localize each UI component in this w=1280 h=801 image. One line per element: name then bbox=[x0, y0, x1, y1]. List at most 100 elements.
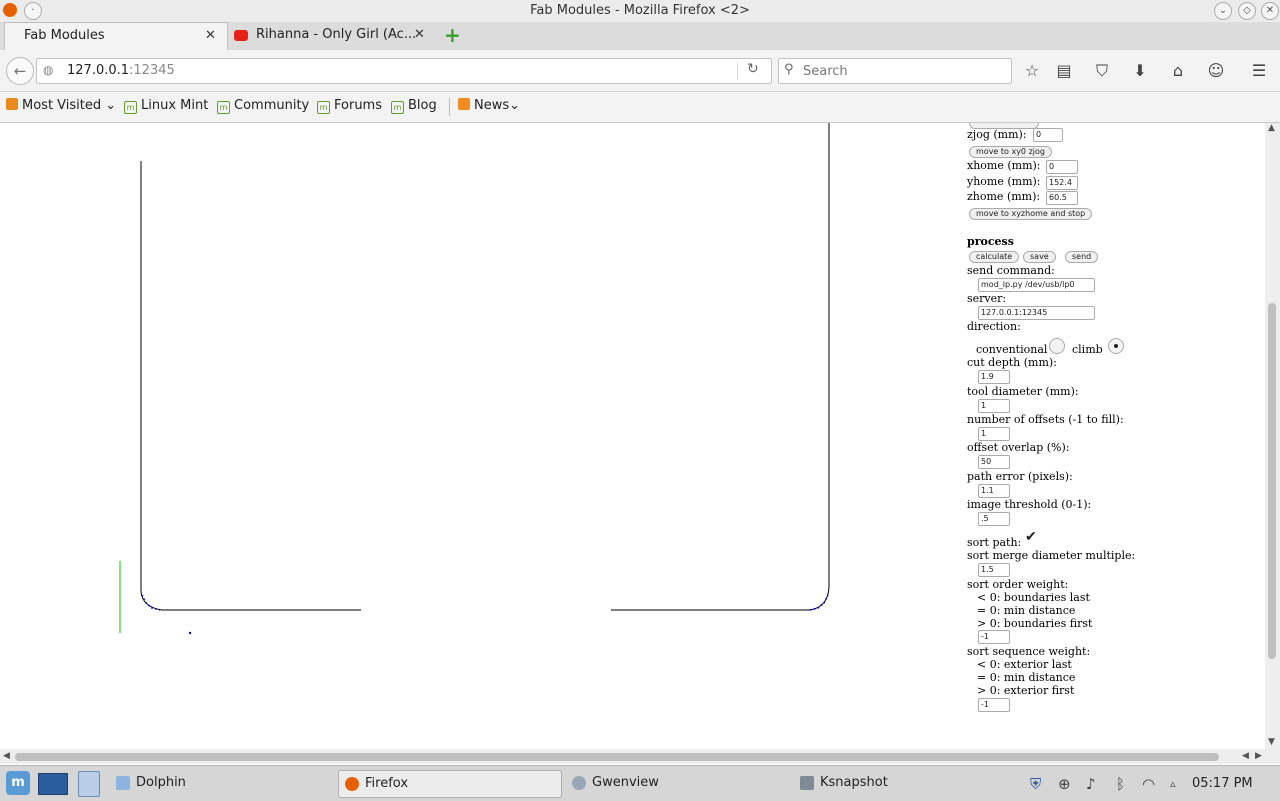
shield-icon[interactable]: ⛨ bbox=[1030, 775, 1041, 793]
conventional-label: conventional bbox=[976, 343, 1048, 356]
sort-sequence-input[interactable]: -1 bbox=[978, 698, 1010, 712]
scroll-left-icon[interactable]: ◀ bbox=[3, 751, 10, 761]
zhome-input[interactable]: 60.5 bbox=[1046, 191, 1078, 205]
taskbar-item-firefox[interactable]: Firefox bbox=[338, 770, 562, 798]
bookmark-news[interactable]: News⌄ bbox=[458, 98, 520, 113]
bookmark-star-icon[interactable]: ☆ bbox=[1022, 61, 1042, 80]
xhome-input[interactable]: 0 bbox=[1046, 160, 1078, 174]
taskbar-item-gwenview[interactable]: Gwenview bbox=[566, 770, 786, 796]
save-button[interactable]: save bbox=[1023, 251, 1056, 263]
offsets-label: number of offsets (-1 to fill): bbox=[967, 413, 1124, 426]
cut-depth-label: cut depth (mm): bbox=[967, 356, 1057, 369]
chat-icon[interactable]: ☺ bbox=[1206, 61, 1226, 80]
path-error-input[interactable]: 1.1 bbox=[978, 484, 1010, 498]
origin-dot bbox=[188, 631, 192, 635]
sort-path-checkbox[interactable]: ✔ bbox=[1025, 529, 1037, 545]
toolpath-dots-left bbox=[141, 594, 161, 611]
start-menu-icon[interactable]: m bbox=[6, 771, 30, 795]
bookmark-most-visited[interactable]: Most Visited ⌄ bbox=[6, 98, 116, 113]
pocket-icon[interactable]: ⛉ bbox=[1092, 61, 1112, 81]
show-desktop-icon[interactable] bbox=[38, 773, 68, 795]
site-identity-icon[interactable]: ◍ bbox=[43, 63, 53, 77]
tray-expand-icon[interactable]: ▵ bbox=[1170, 777, 1176, 790]
overlap-label: offset overlap (%): bbox=[967, 441, 1070, 454]
horizontal-scrollbar[interactable]: ◀ ◀ ▶ bbox=[0, 749, 1280, 764]
linux-mint-icon: m bbox=[124, 101, 137, 114]
scroll-down-icon[interactable]: ▼ bbox=[1268, 737, 1275, 747]
bluetooth-icon[interactable]: ᛒ bbox=[1116, 775, 1125, 793]
youtube-icon bbox=[234, 30, 248, 41]
toolpath-bottom-left-corner bbox=[140, 590, 361, 611]
sort-merge-input[interactable]: 1.5 bbox=[978, 563, 1010, 577]
server-label: server: bbox=[967, 292, 1007, 305]
conventional-radio[interactable] bbox=[1049, 338, 1065, 354]
bookmark-blog[interactable]: m Blog bbox=[391, 98, 437, 114]
menu-hamburger-icon[interactable]: ☰ bbox=[1249, 61, 1269, 80]
reload-icon[interactable]: ↻ bbox=[747, 61, 759, 77]
volume-icon[interactable]: ♪ bbox=[1086, 775, 1096, 793]
sort-sequence-option: < 0: exterior last bbox=[977, 658, 1072, 671]
cut-depth-input[interactable]: 1.9 bbox=[978, 370, 1010, 384]
minimize-window-button[interactable]: ⌄ bbox=[1214, 2, 1232, 20]
tab-fab-modules[interactable]: Fab Modules ✕ bbox=[4, 22, 228, 51]
bookmark-forums[interactable]: m Forums bbox=[317, 98, 382, 114]
calculate-button[interactable]: calculate bbox=[969, 251, 1020, 263]
send-button[interactable]: send bbox=[1065, 251, 1099, 263]
sort-path-label: sort path: bbox=[967, 536, 1022, 549]
horizontal-scroll-thumb[interactable] bbox=[15, 753, 1219, 761]
send-command-input[interactable]: mod_lp.py /dev/usb/lp0 bbox=[978, 278, 1095, 292]
url-bar[interactable]: ◍ 127.0.0.1:12345 ↻ bbox=[36, 58, 772, 84]
clock[interactable]: 05:17 PM bbox=[1192, 776, 1253, 791]
close-window-button[interactable]: ✕ bbox=[1261, 2, 1279, 20]
bookmark-community[interactable]: m Community bbox=[217, 98, 309, 114]
tab-rihanna[interactable]: Rihanna - Only Girl (Ac... ✕ bbox=[228, 22, 432, 50]
offsets-input[interactable]: 1 bbox=[978, 427, 1010, 441]
scroll-right-icon[interactable]: ◀ bbox=[1242, 751, 1249, 761]
threshold-input[interactable]: .5 bbox=[978, 512, 1010, 526]
rss-icon bbox=[458, 98, 470, 110]
folder-icon bbox=[6, 98, 18, 110]
close-tab-icon[interactable]: ✕ bbox=[205, 28, 216, 43]
xhome-label: xhome (mm): bbox=[967, 159, 1041, 172]
scroll-right-icon[interactable]: ▶ bbox=[1255, 751, 1262, 761]
url-text[interactable]: 127.0.0.1:12345 bbox=[67, 63, 175, 78]
home-icon[interactable]: ⌂ bbox=[1168, 61, 1188, 80]
downloads-icon[interactable]: ⬇ bbox=[1130, 61, 1150, 80]
wifi-icon[interactable]: ◠ bbox=[1142, 775, 1155, 793]
bookmarks-list-icon[interactable]: ▤ bbox=[1054, 61, 1074, 80]
back-button[interactable]: ← bbox=[6, 57, 34, 85]
sort-merge-label: sort merge diameter multiple: bbox=[967, 549, 1136, 562]
server-input[interactable]: 127.0.0.1:12345 bbox=[978, 306, 1095, 320]
search-bar[interactable]: ⚲ bbox=[778, 58, 1012, 84]
search-input[interactable] bbox=[801, 61, 1005, 81]
firefox-icon bbox=[345, 777, 359, 791]
new-tab-plus-icon[interactable]: + bbox=[444, 23, 461, 47]
dolphin-icon bbox=[116, 776, 130, 790]
sort-order-option: > 0: boundaries first bbox=[977, 617, 1093, 630]
vertical-scroll-thumb[interactable] bbox=[1268, 303, 1276, 659]
tab-label: Rihanna - Only Girl (Ac... bbox=[256, 27, 417, 42]
move-xy0-zjog-button[interactable]: move to xy0 zjog bbox=[969, 146, 1052, 158]
sort-order-input[interactable]: -1 bbox=[978, 630, 1010, 644]
sort-sequence-label: sort sequence weight: bbox=[967, 645, 1091, 658]
vertical-scrollbar[interactable]: ▲ ▼ bbox=[1265, 123, 1280, 749]
zjog-input[interactable]: 0 bbox=[1033, 128, 1063, 142]
overlap-input[interactable]: 50 bbox=[978, 455, 1010, 469]
maximize-window-button[interactable]: ◇ bbox=[1238, 2, 1256, 20]
bookmark-linux-mint[interactable]: m Linux Mint bbox=[124, 98, 208, 114]
yhome-input[interactable]: 152.4 bbox=[1046, 176, 1078, 190]
move-xyzhome-button[interactable]: move to xyzhome and stop bbox=[969, 208, 1093, 220]
sort-order-option: = 0: min distance bbox=[977, 604, 1076, 617]
window-titlebar: · Fab Modules - Mozilla Firefox <2> ⌄ ◇ … bbox=[0, 0, 1280, 22]
close-tab-icon[interactable]: ✕ bbox=[414, 27, 425, 42]
send-command-label: send command: bbox=[967, 264, 1055, 277]
tool-diameter-input[interactable]: 1 bbox=[978, 399, 1010, 413]
climb-radio[interactable] bbox=[1108, 338, 1124, 354]
file-manager-launcher-icon[interactable] bbox=[78, 771, 100, 797]
toolpath-bottom-right-corner bbox=[611, 586, 830, 611]
network-globe-icon[interactable]: ⊕ bbox=[1058, 775, 1071, 793]
taskbar-item-ksnapshot[interactable]: Ksnapshot bbox=[794, 770, 1014, 796]
scroll-up-icon[interactable]: ▲ bbox=[1268, 123, 1275, 133]
process-heading: process bbox=[967, 235, 1014, 248]
taskbar-item-dolphin[interactable]: Dolphin bbox=[110, 770, 330, 796]
